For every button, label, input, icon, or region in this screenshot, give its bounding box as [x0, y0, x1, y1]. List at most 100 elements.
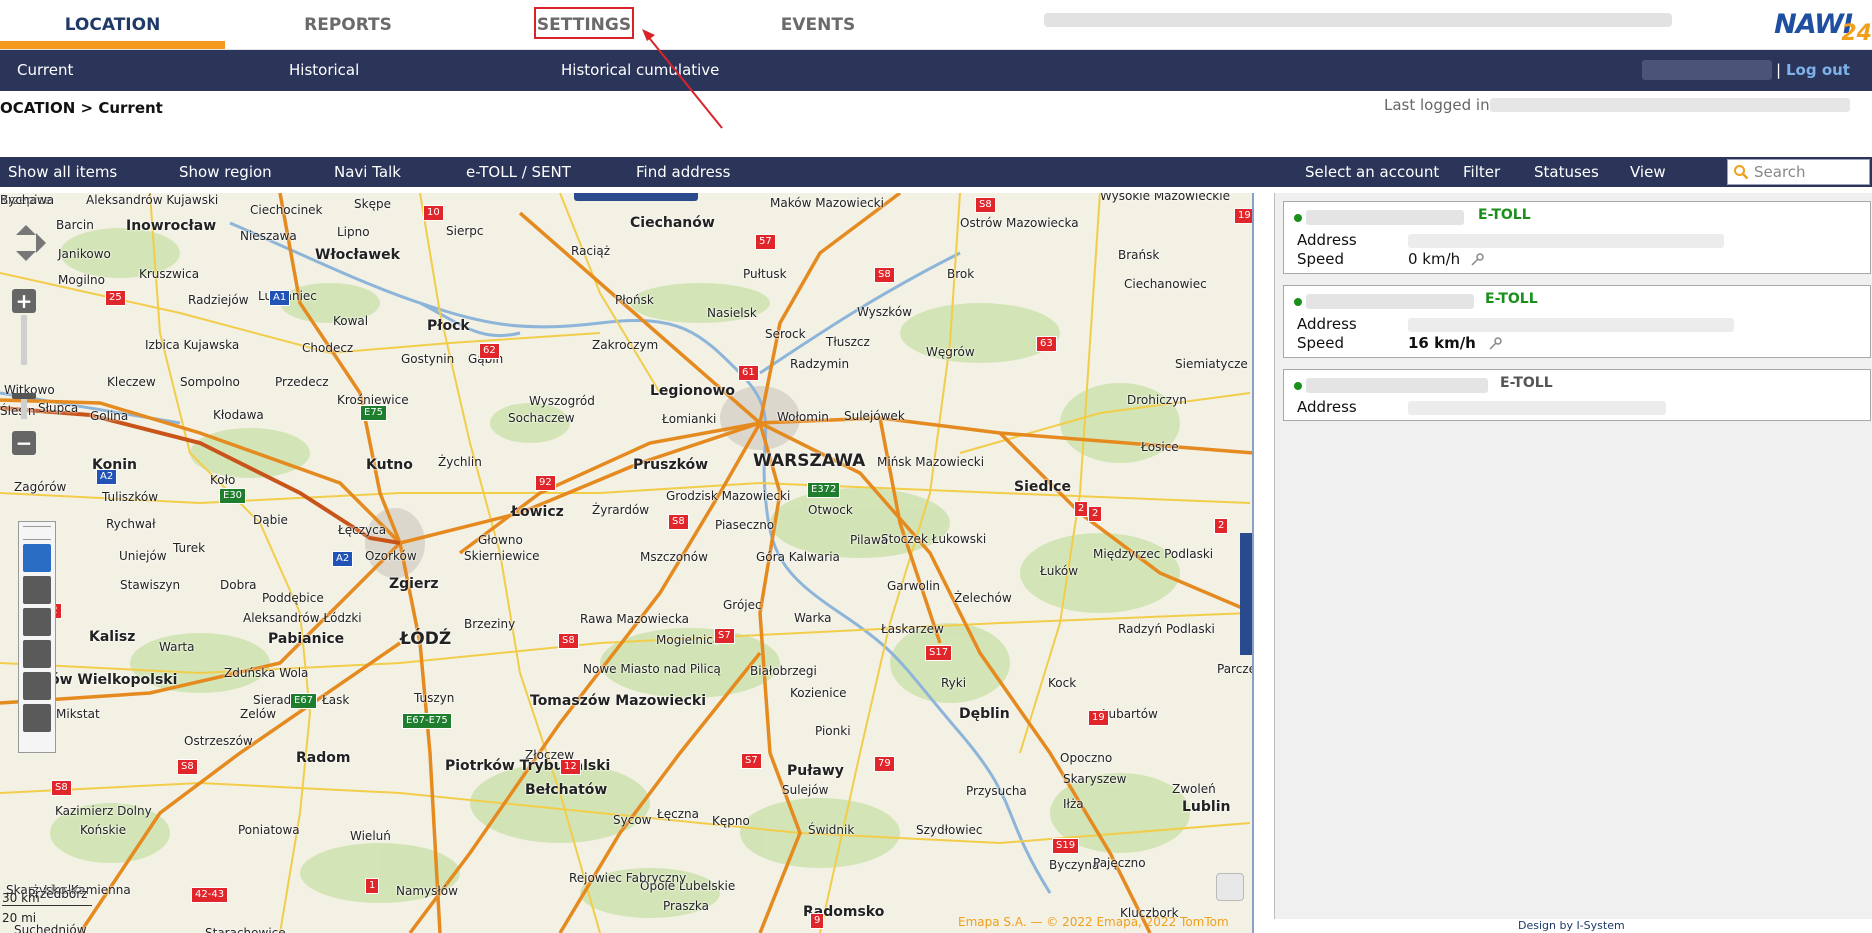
map-place-label: Brańsk	[1118, 248, 1160, 262]
map-right-tab[interactable]	[1240, 533, 1252, 655]
pan-control-icon[interactable]	[8, 223, 48, 263]
map-place-label: Parczew	[1217, 662, 1252, 676]
map-place-label: Wysokie Mazowieckie	[1100, 193, 1230, 203]
tab-reports[interactable]: REPORTS	[248, 0, 448, 50]
hand-tool-icon[interactable]	[23, 544, 51, 572]
map-place-label: Kępno	[712, 814, 750, 828]
zoom-tool-icon[interactable]	[23, 576, 51, 604]
map-place-label: Chodecz	[302, 341, 354, 355]
map-place-label: Rejowiec Fabryczny	[569, 871, 687, 885]
map-place-label: Skaryszew	[1063, 772, 1127, 786]
map-place-label: Stawiszyn	[120, 578, 181, 592]
map-place-label: Ostrów Mazowiecka	[960, 216, 1079, 230]
map-place-label: Radzyń Podlaski	[1118, 622, 1215, 636]
subnav-current[interactable]: Current	[17, 50, 73, 91]
status-dot-icon	[1294, 214, 1302, 222]
tab-events[interactable]: EVENTS	[718, 0, 918, 50]
speed-label: Speed	[1297, 334, 1345, 352]
subnav-historical[interactable]: Historical	[289, 50, 359, 91]
map-place-label: Węgrów	[926, 345, 975, 359]
speed-value: 16 km/h	[1408, 334, 1476, 352]
toolbox-grip[interactable]	[23, 526, 51, 540]
map-place-label: Radom	[296, 750, 351, 766]
navi-talk-button[interactable]: Navi Talk	[334, 157, 401, 187]
map-place-label: Lipno	[337, 225, 370, 239]
map-layers-icon[interactable]	[1216, 873, 1244, 901]
flag-tool-icon[interactable]	[23, 704, 51, 732]
road-number-badge: 61	[738, 365, 759, 381]
select-account-button[interactable]: Select an account	[1305, 157, 1439, 187]
map-place-label: Pabianice	[268, 631, 345, 647]
road-number-badge: 10	[423, 205, 444, 221]
address-value-blurred	[1408, 234, 1724, 248]
map-place-label: Skierniewice	[464, 549, 540, 563]
nawi24-logo[interactable]: NAWI 24	[1762, 3, 1872, 47]
map-place-label: Szydłowiec	[916, 823, 983, 837]
map-place-label: Pionki	[815, 724, 851, 738]
show-region-button[interactable]: Show region	[179, 157, 272, 187]
road-number-badge: E67-E75	[402, 713, 452, 729]
vehicle-card[interactable]: E-TOLL Address Speed 16 km/h	[1283, 285, 1871, 358]
map-place-label: Płock	[427, 318, 470, 334]
map-place-label: Starachowice	[205, 926, 286, 933]
map-place-label: Tomaszów Mazowiecki	[530, 693, 707, 709]
map-place-label: Łowicz	[511, 504, 564, 520]
road-number-badge: 1	[365, 878, 380, 894]
vehicle-card[interactable]: E-TOLL Address	[1283, 369, 1871, 421]
clear-tool-icon[interactable]	[23, 672, 51, 700]
map-place-label: Lublin	[1182, 799, 1231, 815]
map-place-label: Nieszawa	[240, 229, 297, 243]
map-place-label: Żychlin	[438, 455, 482, 469]
road-number-badge: 63	[1036, 336, 1057, 352]
vehicle-card[interactable]: E-TOLL Address Speed 0 km/h	[1283, 201, 1871, 274]
view-button[interactable]: View	[1630, 157, 1666, 187]
address-value-blurred	[1408, 401, 1666, 415]
search-box[interactable]	[1727, 159, 1870, 185]
map-place-label: Zelów	[240, 707, 277, 721]
map-place-label: Międzyrzec Podlaski	[1093, 547, 1214, 561]
zoom-in-button[interactable]: +	[12, 289, 36, 313]
map-place-label: Łomianki	[662, 412, 717, 426]
search-icon	[1734, 165, 1749, 180]
map-place-label: Góra Kalwaria	[756, 550, 840, 564]
zoom-slider-track-lower	[21, 399, 27, 419]
map-place-label: Kruszwica	[139, 267, 200, 281]
map-place-label: Pruszków	[633, 457, 709, 473]
map-place-label: Nowe Miasto nad Pilicą	[583, 662, 721, 676]
map-view[interactable]: Aleksandrów Kujawski Ciechocinek Skępe Ciec…	[0, 193, 1254, 933]
breadcrumb: OCATION > Current	[0, 99, 163, 117]
design-credit[interactable]: Design by I-System	[1518, 919, 1625, 932]
vehicle-list-panel: E-TOLL Address Speed 0 km/h E-TOLL Addre…	[1274, 193, 1872, 919]
map-place-label: Aleksandrów Łódzki	[243, 611, 362, 625]
map-top-tab[interactable]	[574, 193, 698, 201]
vehicle-name-blurred	[1306, 210, 1464, 225]
etoll-sent-button[interactable]: e-TOLL / SENT	[466, 157, 571, 187]
map-place-label: Ciechanów	[630, 215, 715, 231]
map-place-label: Opoczno	[1060, 751, 1113, 765]
map-place-label: Pajęczno	[1093, 856, 1146, 870]
find-address-button[interactable]: Find address	[636, 157, 730, 187]
subnav-historical-cumulative[interactable]: Historical cumulative	[561, 50, 719, 91]
tab-location-label: LOCATION	[64, 15, 161, 35]
map-place-label: Lubartów	[1102, 707, 1158, 721]
show-all-items-button[interactable]: Show all items	[8, 157, 117, 187]
map-place-label: Warka	[794, 611, 832, 625]
map-place-label: Przedecz	[275, 375, 329, 389]
statuses-button[interactable]: Statuses	[1534, 157, 1599, 187]
road-number-badge: S7	[714, 628, 735, 644]
measure-tool-icon[interactable]	[23, 608, 51, 636]
search-input[interactable]	[1752, 162, 1866, 182]
zoom-out-button[interactable]: −	[12, 431, 36, 455]
scale-km: 30 km	[2, 891, 40, 905]
key-icon	[1489, 337, 1502, 350]
map-place-label: Ciechanowiec	[1124, 277, 1207, 291]
map-place-label: Łosice	[1141, 440, 1179, 454]
map-place-label: Inowrocław	[126, 218, 217, 234]
filter-button[interactable]: Filter	[1463, 157, 1500, 187]
road-number-badge: E30	[219, 488, 247, 504]
map-place-label: Grodzisk Mazowiecki	[666, 489, 791, 503]
info-tool-icon[interactable]	[23, 640, 51, 668]
zoom-slider-track[interactable]	[21, 315, 27, 365]
logout-link[interactable]: Log out	[1786, 50, 1850, 91]
map-place-label: Wyszogród	[529, 394, 595, 408]
